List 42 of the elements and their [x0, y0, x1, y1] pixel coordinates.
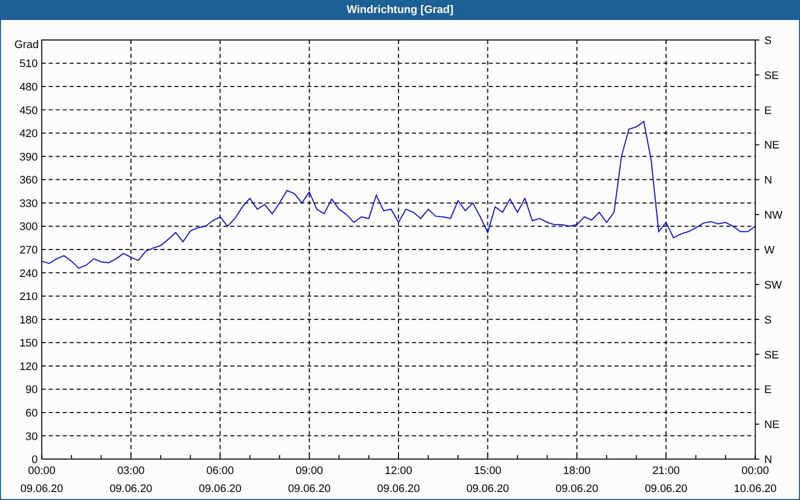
y-tick-label: 90	[26, 384, 38, 396]
compass-label: NE	[764, 419, 780, 432]
y-tick-label: 240	[19, 268, 38, 280]
y-tick-label: 60	[26, 408, 38, 420]
compass-label: SE	[764, 349, 779, 362]
y-tick-label: 120	[19, 360, 38, 373]
y-tick-label: 150	[19, 338, 38, 350]
compass-label: N	[764, 174, 772, 187]
compass-label: E	[764, 104, 772, 117]
x-tick-label: 06:00 09.06.20	[198, 465, 242, 496]
x-tick-label: 03:00 09.06.20	[110, 465, 152, 496]
x-tick-label: 21:00 09.06.20	[644, 465, 688, 496]
x-tick-label: 00:00 10.06.20	[734, 465, 777, 496]
y-tick-label: 360	[19, 174, 38, 187]
x-tick-label: 00:00 09.06.20	[20, 465, 64, 496]
x-tick-label: 18:00 09.06.20	[556, 465, 598, 496]
y-tick-label: 330	[19, 198, 38, 210]
y-tick-label: 0	[32, 454, 38, 466]
compass-label: S	[764, 34, 772, 47]
axis-title: Grad	[14, 38, 39, 51]
y-tick-label: 210	[19, 291, 38, 304]
x-tick-label: 09:00 09.06.20	[288, 465, 331, 496]
y-tick-label: 510	[19, 58, 38, 70]
compass-label: SE	[764, 70, 779, 82]
y-tick-label: 180	[19, 314, 38, 326]
compass-label: NE	[764, 140, 780, 152]
compass-label: W	[764, 244, 775, 257]
compass-label: N	[764, 454, 772, 466]
window-title: Windrichtung [Grad]	[1, 0, 799, 20]
y-tick-label: 420	[19, 128, 38, 140]
y-tick-label: 450	[19, 104, 38, 117]
y-tick-label: 300	[19, 221, 38, 234]
y-tick-label: 270	[19, 244, 38, 257]
y-tick-label: 30	[26, 430, 38, 443]
x-tick-label: 12:00 09.06.20	[377, 465, 420, 496]
compass-label: SW	[764, 279, 782, 292]
compass-label: E	[764, 384, 772, 396]
y-tick-label: 390	[19, 151, 38, 164]
compass-label: S	[764, 314, 772, 326]
x-tick-label: 15:00 09.06.20	[466, 465, 510, 496]
compass-label: NW	[764, 210, 783, 222]
y-tick-label: 480	[19, 82, 38, 94]
